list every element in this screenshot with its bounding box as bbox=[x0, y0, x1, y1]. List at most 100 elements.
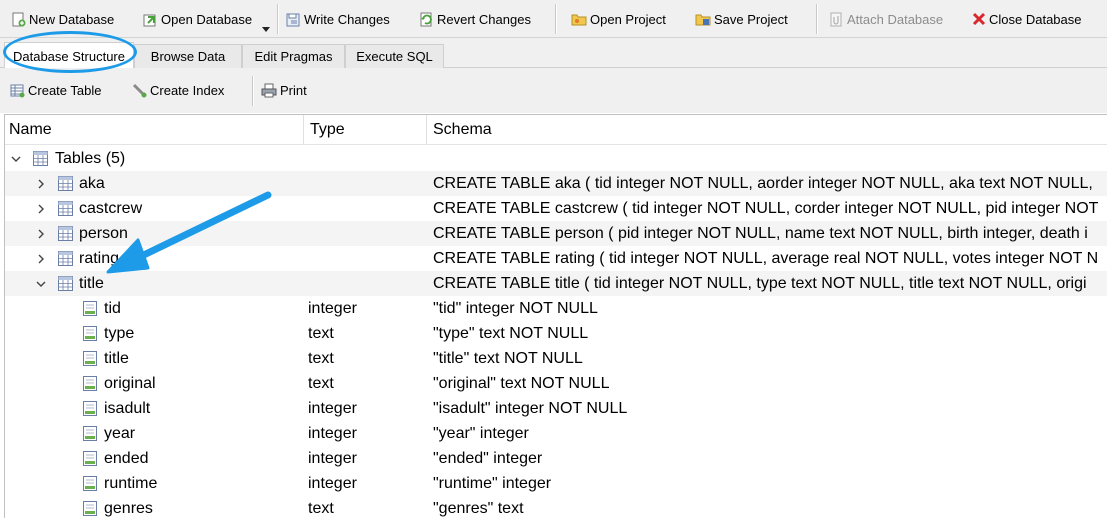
field-type: integer bbox=[308, 474, 357, 492]
table-row[interactable]: rating CREATE TABLE rating ( tid integer … bbox=[5, 246, 1107, 271]
field-schema: "title" text NOT NULL bbox=[433, 349, 583, 367]
attach-database-button[interactable]: Attach Database bbox=[829, 0, 943, 38]
create-index-button[interactable]: Create Index bbox=[132, 68, 224, 113]
table-row[interactable]: title CREATE TABLE title ( tid integer NO… bbox=[5, 271, 1107, 296]
table-icon bbox=[33, 151, 48, 166]
field-name: original bbox=[104, 374, 156, 392]
database-structure-tree[interactable]: Name Type Schema Tables (5) aka CREATE TA… bbox=[4, 114, 1107, 518]
tab-edit-pragmas[interactable]: Edit Pragmas bbox=[242, 44, 345, 68]
toolbar-separator bbox=[816, 4, 818, 34]
field-schema: "genres" text bbox=[433, 499, 524, 517]
toolbar-separator bbox=[252, 76, 254, 106]
print-label: Print bbox=[280, 83, 307, 98]
field-name: year bbox=[104, 424, 136, 442]
chevron-right-icon[interactable] bbox=[35, 221, 47, 246]
open-project-label: Open Project bbox=[590, 11, 666, 27]
close-icon bbox=[972, 12, 986, 26]
new-database-icon bbox=[12, 12, 26, 27]
main-tab-bar: Database Structure Browse Data Edit Prag… bbox=[0, 38, 1107, 69]
field-type: text bbox=[308, 499, 334, 517]
print-button[interactable]: Print bbox=[261, 68, 307, 113]
open-project-button[interactable]: Open Project bbox=[571, 0, 666, 38]
table-icon bbox=[58, 251, 73, 266]
field-schema: "original" text NOT NULL bbox=[433, 374, 610, 392]
field-row[interactable]: year integer "year" integer bbox=[5, 421, 1107, 446]
field-row[interactable]: runtime integer "runtime" integer bbox=[5, 471, 1107, 496]
table-row[interactable]: castcrew CREATE TABLE castcrew ( tid inte… bbox=[5, 196, 1107, 221]
create-index-icon bbox=[132, 83, 147, 98]
attach-database-icon bbox=[829, 12, 844, 27]
table-schema: CREATE TABLE aka ( tid integer NOT NULL,… bbox=[433, 174, 1093, 192]
tab-execute-sql[interactable]: Execute SQL bbox=[345, 44, 444, 68]
field-row[interactable]: ended integer "ended" integer bbox=[5, 446, 1107, 471]
open-database-icon bbox=[143, 12, 158, 27]
field-row[interactable]: tid integer "tid" integer NOT NULL bbox=[5, 296, 1107, 321]
table-icon bbox=[58, 176, 73, 191]
toolbar-separator bbox=[555, 4, 557, 34]
main-toolbar: New Database Open Database Write Changes… bbox=[0, 0, 1107, 38]
printer-icon bbox=[261, 83, 277, 98]
write-changes-button[interactable]: Write Changes bbox=[286, 0, 390, 38]
write-changes-label: Write Changes bbox=[304, 11, 390, 27]
table-name: aka bbox=[79, 174, 105, 192]
open-database-dropdown-icon[interactable] bbox=[262, 27, 270, 32]
field-schema: "isadult" integer NOT NULL bbox=[433, 399, 628, 417]
create-table-label: Create Table bbox=[28, 83, 102, 98]
field-row[interactable]: type text "type" text NOT NULL bbox=[5, 321, 1107, 346]
table-schema: CREATE TABLE title ( tid integer NOT NUL… bbox=[433, 274, 1087, 292]
chevron-down-icon[interactable] bbox=[10, 146, 22, 171]
open-project-icon bbox=[571, 12, 587, 27]
table-schema: CREATE TABLE rating ( tid integer NOT NU… bbox=[433, 249, 1099, 267]
field-icon bbox=[83, 451, 97, 466]
field-row[interactable]: title text "title" text NOT NULL bbox=[5, 346, 1107, 371]
column-divider[interactable] bbox=[303, 115, 304, 144]
open-database-button[interactable]: Open Database bbox=[143, 0, 252, 38]
table-icon bbox=[58, 226, 73, 241]
chevron-down-icon[interactable] bbox=[35, 271, 47, 296]
field-type: text bbox=[308, 374, 334, 392]
field-icon bbox=[83, 501, 97, 516]
tables-group-label: Tables (5) bbox=[55, 149, 126, 167]
column-divider[interactable] bbox=[426, 115, 427, 144]
save-project-button[interactable]: Save Project bbox=[695, 0, 788, 38]
new-database-button[interactable]: New Database bbox=[12, 0, 114, 38]
field-type: text bbox=[308, 349, 334, 367]
revert-changes-icon bbox=[419, 12, 434, 27]
field-type: integer bbox=[308, 399, 357, 417]
field-row[interactable]: genres text "genres" text bbox=[5, 496, 1107, 518]
field-type: integer bbox=[308, 424, 357, 442]
create-table-button[interactable]: Create Table bbox=[10, 68, 101, 113]
table-row[interactable]: aka CREATE TABLE aka ( tid integer NOT NU… bbox=[5, 171, 1107, 196]
field-schema: "tid" integer NOT NULL bbox=[433, 299, 598, 317]
table-row[interactable]: person CREATE TABLE person ( pid integer … bbox=[5, 221, 1107, 246]
revert-changes-button[interactable]: Revert Changes bbox=[419, 0, 531, 38]
tab-browse-data[interactable]: Browse Data bbox=[134, 44, 242, 68]
write-changes-icon bbox=[286, 12, 301, 27]
table-icon bbox=[58, 276, 73, 291]
chevron-right-icon[interactable] bbox=[35, 196, 47, 221]
field-icon bbox=[83, 376, 97, 391]
field-name: isadult bbox=[104, 399, 151, 417]
tab-database-structure[interactable]: Database Structure bbox=[4, 42, 134, 69]
table-name: castcrew bbox=[79, 199, 143, 217]
field-row[interactable]: original text "original" text NOT NULL bbox=[5, 371, 1107, 396]
close-database-button[interactable]: Close Database bbox=[972, 0, 1082, 38]
chevron-right-icon[interactable] bbox=[35, 171, 47, 196]
table-name: title bbox=[79, 274, 104, 292]
field-name: runtime bbox=[104, 474, 158, 492]
column-header-type[interactable]: Type bbox=[310, 115, 345, 144]
table-schema: CREATE TABLE person ( pid integer NOT NU… bbox=[433, 224, 1088, 242]
chevron-right-icon[interactable] bbox=[35, 246, 47, 271]
field-icon bbox=[83, 351, 97, 366]
toolbar-separator bbox=[277, 4, 279, 34]
table-schema: CREATE TABLE castcrew ( tid integer NOT … bbox=[433, 199, 1099, 217]
close-database-label: Close Database bbox=[989, 11, 1082, 27]
field-type: integer bbox=[308, 449, 357, 467]
tables-group-row[interactable]: Tables (5) bbox=[5, 146, 1107, 171]
create-table-icon bbox=[10, 83, 25, 98]
new-database-label: New Database bbox=[29, 11, 115, 27]
column-header-schema[interactable]: Schema bbox=[433, 115, 492, 144]
field-schema: "ended" integer bbox=[433, 449, 543, 467]
column-header-name[interactable]: Name bbox=[9, 115, 52, 144]
field-row[interactable]: isadult integer "isadult" integer NOT NULL bbox=[5, 396, 1107, 421]
